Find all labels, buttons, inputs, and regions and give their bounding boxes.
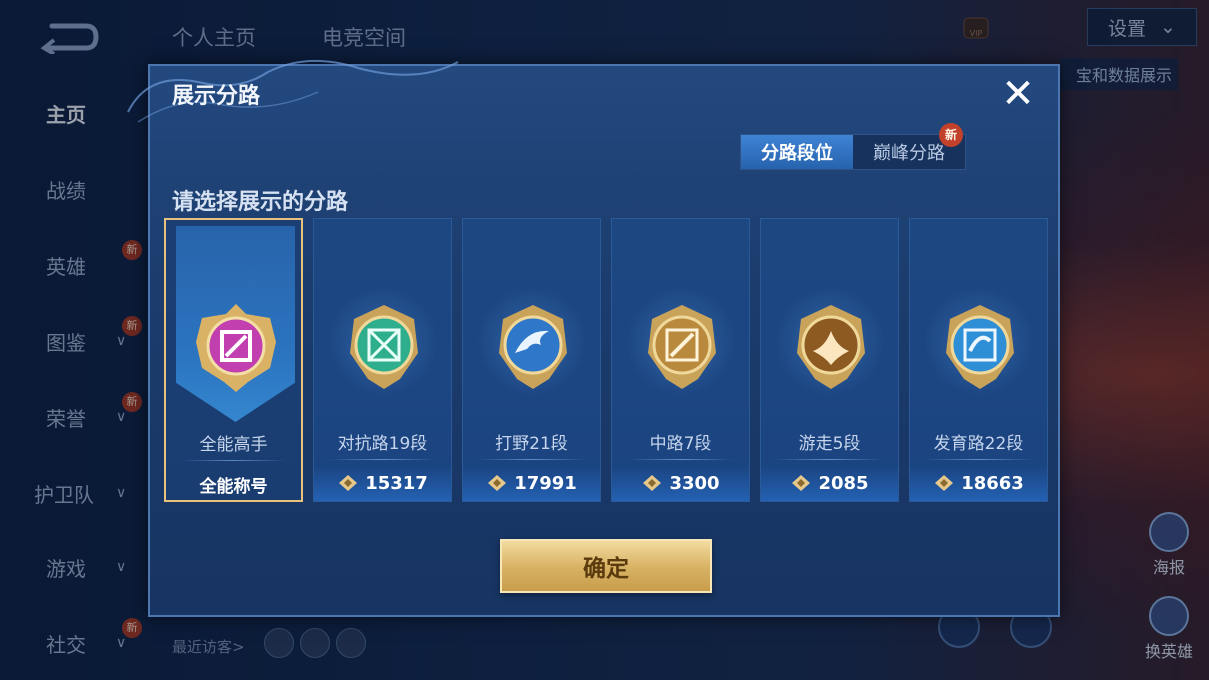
lane-card-list: 全能高手 全能称号 对抗路19段 15317 打野21段 17991 中路7段 … <box>164 218 1050 504</box>
clash-lane-emblem-icon <box>350 305 418 389</box>
card-divider <box>775 459 884 460</box>
lane-card-all-round[interactable]: 全能高手 全能称号 <box>164 218 303 502</box>
card-label: 游走5段 <box>798 434 861 454</box>
tab-lane-rank[interactable]: 分路段位 <box>741 135 853 169</box>
select-prompt: 请选择展示的分路 <box>172 190 349 215</box>
card-footer-text: 18663 <box>961 472 1024 494</box>
card-divider <box>477 459 586 460</box>
lane-card-farm[interactable]: 发育路22段 18663 <box>909 218 1048 502</box>
card-footer-text: 2085 <box>818 472 869 494</box>
lane-mode-toggle: 分路段位 巅峰分路新 <box>740 123 966 170</box>
card-footer: 2085 <box>761 465 898 501</box>
jungle-emblem-icon <box>499 305 567 389</box>
farm-lane-emblem-icon <box>946 305 1014 389</box>
confirm-label: 确定 <box>583 556 629 582</box>
rank-points-icon <box>339 475 358 491</box>
lane-card-clash[interactable]: 对抗路19段 15317 <box>313 218 452 502</box>
card-footer: 18663 <box>910 465 1047 501</box>
card-label: 对抗路19段 <box>337 434 428 454</box>
card-label: 发育路22段 <box>933 434 1024 454</box>
card-label: 打野21段 <box>495 434 568 454</box>
lane-card-mid[interactable]: 中路7段 3300 <box>611 218 750 502</box>
card-footer: 全能称号 <box>166 466 301 502</box>
card-footer: 15317 <box>314 465 451 501</box>
all-round-emblem-icon <box>196 304 276 392</box>
lane-card-roam[interactable]: 游走5段 2085 <box>760 218 899 502</box>
rank-points-icon <box>792 475 811 491</box>
card-divider <box>626 459 735 460</box>
confirm-button[interactable]: 确定 <box>500 539 712 593</box>
card-label: 中路7段 <box>649 434 712 454</box>
rank-points-icon <box>643 475 662 491</box>
cloud-swirl-decoration <box>127 59 459 123</box>
card-footer-text: 3300 <box>669 472 720 494</box>
tab-label: 巅峰分路 <box>873 143 945 164</box>
card-footer: 17991 <box>463 465 600 501</box>
rank-points-icon <box>488 475 507 491</box>
card-footer: 3300 <box>612 465 749 501</box>
card-divider <box>328 459 437 460</box>
mid-lane-emblem-icon <box>648 305 716 389</box>
card-label: 全能高手 <box>199 435 268 455</box>
lane-card-jungle[interactable]: 打野21段 17991 <box>462 218 601 502</box>
dialog-title: 展示分路 <box>172 84 261 109</box>
card-divider <box>924 459 1033 460</box>
card-footer-text: 17991 <box>514 472 577 494</box>
close-icon[interactable]: ✕ <box>998 74 1038 114</box>
card-divider <box>180 460 287 461</box>
card-footer-text: 全能称号 <box>199 476 268 497</box>
roam-emblem-icon <box>797 305 865 389</box>
new-badge: 新 <box>939 123 963 147</box>
tab-label: 分路段位 <box>761 143 833 164</box>
rank-points-icon <box>935 475 954 491</box>
tab-peak-lane[interactable]: 巅峰分路新 <box>853 123 965 169</box>
card-footer-text: 15317 <box>365 472 428 494</box>
lane-display-dialog: 展示分路 ✕ 分路段位 巅峰分路新 请选择展示的分路 全能高手 全能称号 对抗路… <box>127 59 1060 617</box>
